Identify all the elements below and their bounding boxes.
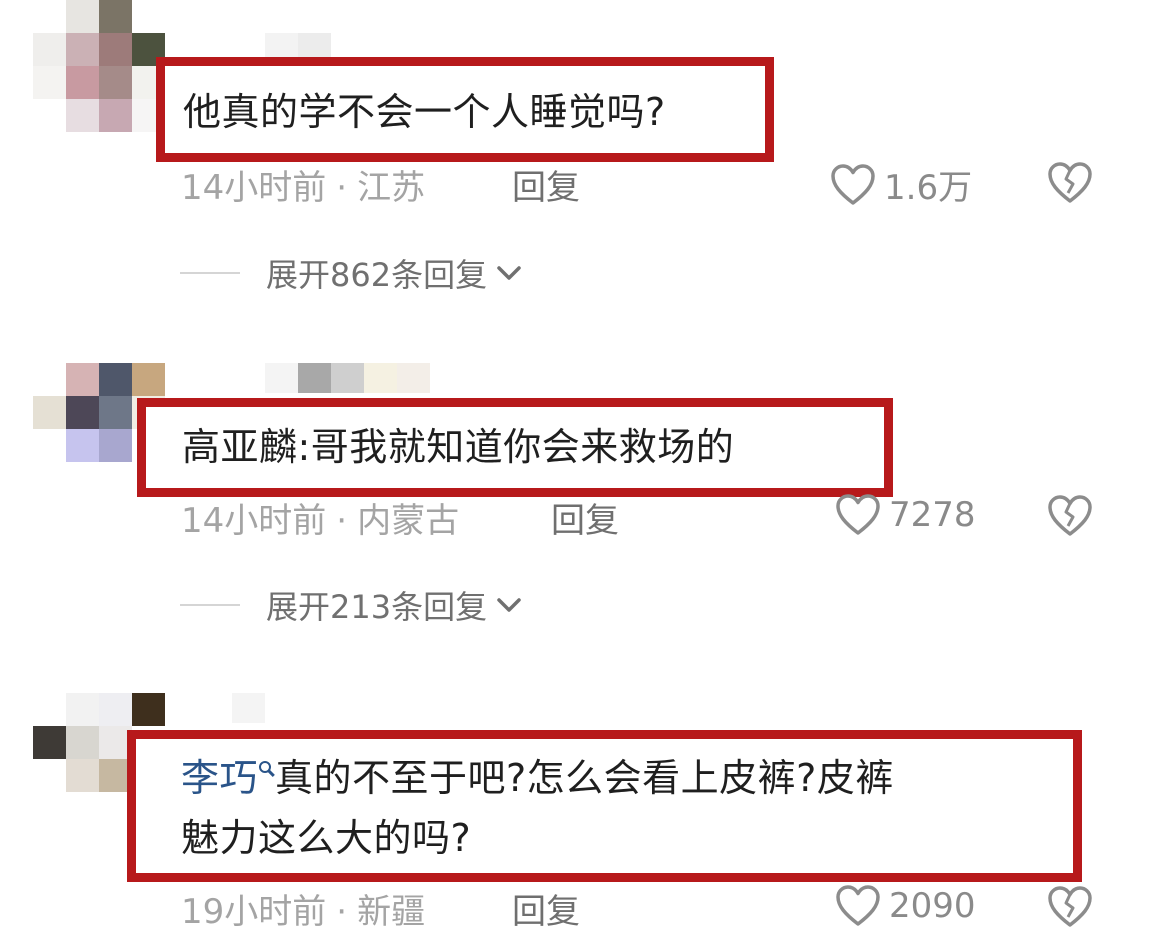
expand-label: 展开862条回复 — [266, 256, 488, 294]
avatar[interactable] — [33, 0, 165, 132]
broken-heart-icon — [1048, 495, 1092, 536]
comment-location: 江苏 — [357, 168, 426, 208]
divider-line — [180, 604, 240, 606]
chevron-down-icon — [497, 598, 521, 612]
comment-time: 14小时前 — [181, 501, 327, 541]
chevron-down-icon — [497, 266, 521, 280]
comment-meta: 14小时前 · 江苏 — [181, 160, 425, 209]
separator: · — [336, 892, 348, 932]
dislike-button[interactable] — [1047, 885, 1093, 933]
comment-text: 真的不至于吧?怎么会看上皮裤?皮裤 — [275, 756, 894, 800]
reply-button[interactable]: 回复 — [512, 884, 580, 933]
like-count: 1.6万 — [884, 168, 973, 208]
comment-text-line1: 李巧 真的不至于吧?怎么会看上皮裤?皮裤 — [181, 748, 894, 808]
comment-2: 高亚麟:哥我就知道你会来救场的 14小时前 · 内蒙古 回复 7278 展开213条… — [0, 330, 1152, 660]
heart-outline-icon — [836, 885, 880, 926]
comment-text: 他真的学不会一个人睡觉吗? — [183, 90, 666, 134]
comment-time: 19小时前 — [181, 892, 327, 932]
username-blurred[interactable] — [232, 693, 265, 723]
reply-button[interactable]: 回复 — [512, 160, 580, 209]
comment-location: 内蒙古 — [357, 501, 460, 541]
divider-line — [180, 272, 240, 274]
separator: · — [336, 168, 348, 208]
dislike-button[interactable] — [1047, 161, 1093, 209]
comment-meta: 19小时前 · 新疆 — [181, 884, 425, 933]
broken-heart-icon — [1048, 886, 1092, 927]
like-button[interactable]: 7278 — [835, 493, 976, 537]
expand-replies[interactable]: 展开213条回复 — [180, 582, 523, 628]
reply-button[interactable]: 回复 — [551, 493, 619, 542]
comment-text-line2: 魅力这么大的吗? — [181, 816, 472, 860]
separator: · — [336, 501, 348, 541]
like-button[interactable]: 2090 — [835, 884, 976, 928]
comment-location: 新疆 — [357, 892, 426, 932]
broken-heart-icon — [1048, 162, 1092, 203]
search-mention-icon[interactable] — [259, 761, 272, 773]
username-blurred[interactable] — [265, 363, 430, 393]
expand-label: 展开213条回复 — [266, 588, 488, 626]
heart-outline-icon — [836, 494, 880, 535]
like-button[interactable]: 1.6万 — [830, 160, 972, 209]
comment-1: 他真的学不会一个人睡觉吗? 14小时前 · 江苏 回复 1.6万 展开862条回复 — [0, 0, 1152, 320]
heart-outline-icon — [831, 163, 875, 205]
expand-replies[interactable]: 展开862条回复 — [180, 250, 523, 296]
dislike-button[interactable] — [1047, 494, 1093, 542]
comment-meta: 14小时前 · 内蒙古 — [181, 493, 459, 542]
mention-name[interactable]: 李巧 — [181, 756, 258, 800]
like-count: 2090 — [889, 886, 976, 926]
comment-text: 高亚麟:哥我就知道你会来救场的 — [182, 425, 735, 469]
comment-3: 李巧 真的不至于吧?怎么会看上皮裤?皮裤 魅力这么大的吗? 19小时前 · 新疆 回复… — [0, 660, 1152, 952]
like-count: 7278 — [889, 495, 976, 535]
comment-time: 14小时前 — [181, 168, 327, 208]
